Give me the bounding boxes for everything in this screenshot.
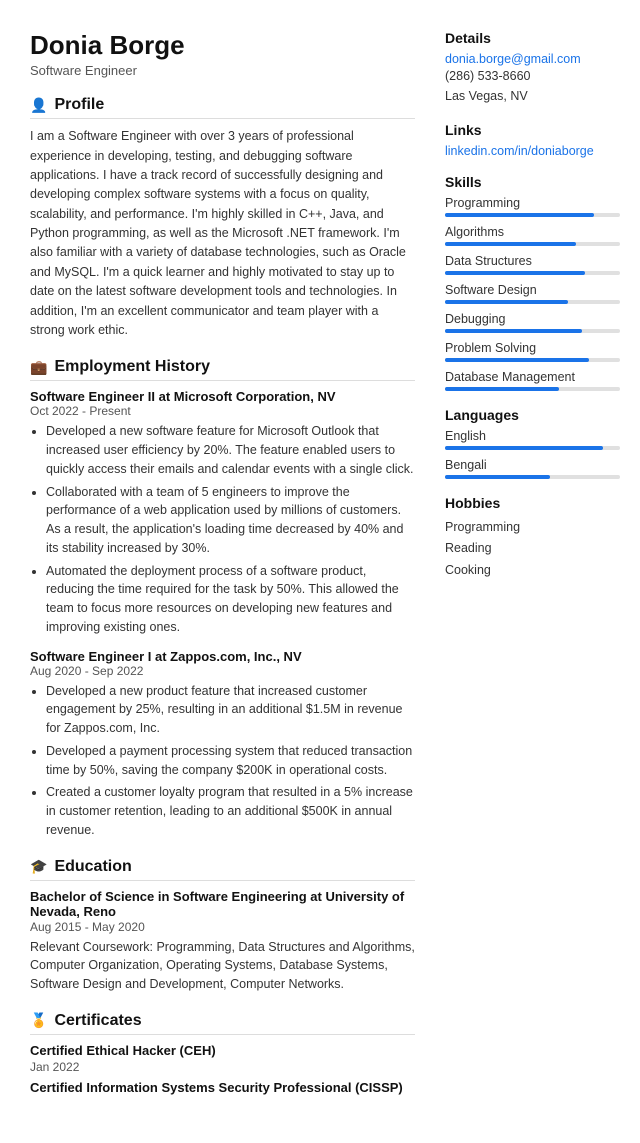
cert-title: Certified Information Systems Security P… — [30, 1080, 415, 1095]
job-title: Software Engineer I at Zappos.com, Inc.,… — [30, 649, 415, 664]
skill-bar-bg — [445, 213, 620, 217]
skill-label: Debugging — [445, 312, 620, 326]
profile-heading: 👤 Profile — [30, 96, 415, 119]
job-bullet: Developed a payment processing system th… — [46, 742, 415, 780]
links-section: Links linkedin.com/in/doniaborge — [445, 122, 620, 158]
skill-label: Algorithms — [445, 225, 620, 239]
certificates-section: 🏅 Certificates Certified Ethical Hacker … — [30, 1012, 415, 1095]
skill-item: Algorithms — [445, 225, 620, 246]
skill-bar-bg — [445, 242, 620, 246]
hobbies-section: Hobbies ProgrammingReadingCooking — [445, 495, 620, 581]
details-section: Details donia.borge@gmail.com (286) 533-… — [445, 30, 620, 106]
skill-item: Database Management — [445, 370, 620, 391]
skill-bar-fill — [445, 213, 594, 217]
skill-bar-bg — [445, 329, 620, 333]
skill-item: Problem Solving — [445, 341, 620, 362]
language-item: English — [445, 429, 620, 450]
edu-text: Relevant Coursework: Programming, Data S… — [30, 938, 415, 994]
job-entry: Software Engineer II at Microsoft Corpor… — [30, 389, 415, 636]
education-heading: 🎓 Education — [30, 858, 415, 881]
skill-item: Data Structures — [445, 254, 620, 275]
skill-bar-fill — [445, 242, 576, 246]
profile-icon: 👤 — [30, 97, 47, 114]
employment-heading: 💼 Employment History — [30, 358, 415, 381]
skill-item: Debugging — [445, 312, 620, 333]
skills-heading: Skills — [445, 174, 620, 190]
hobby-item: Reading — [445, 538, 620, 559]
phone: (286) 533-8660 — [445, 66, 620, 86]
job-bullet: Developed a new product feature that inc… — [46, 682, 415, 738]
language-bar-bg — [445, 475, 620, 479]
header: Donia Borge Software Engineer — [30, 30, 415, 78]
job-bullet: Collaborated with a team of 5 engineers … — [46, 483, 415, 558]
location: Las Vegas, NV — [445, 86, 620, 106]
education-section: 🎓 Education Bachelor of Science in Softw… — [30, 858, 415, 994]
candidate-name: Donia Borge — [30, 30, 415, 61]
skill-bar-fill — [445, 271, 585, 275]
skill-bar-bg — [445, 387, 620, 391]
cert-title: Certified Ethical Hacker (CEH) — [30, 1043, 415, 1058]
skill-bar-fill — [445, 387, 559, 391]
language-bar-fill — [445, 475, 550, 479]
cert-entry: Certified Ethical Hacker (CEH) Jan 2022 — [30, 1043, 415, 1074]
education-icon: 🎓 — [30, 858, 47, 875]
cert-date: Jan 2022 — [30, 1060, 415, 1074]
languages-heading: Languages — [445, 407, 620, 423]
skill-label: Database Management — [445, 370, 620, 384]
profile-text: I am a Software Engineer with over 3 yea… — [30, 127, 415, 340]
job-bullet: Developed a new software feature for Mic… — [46, 422, 415, 478]
candidate-title: Software Engineer — [30, 63, 415, 78]
certificates-icon: 🏅 — [30, 1012, 47, 1029]
languages-section: Languages English Bengali — [445, 407, 620, 479]
cert-entry: Certified Information Systems Security P… — [30, 1080, 415, 1095]
skill-item: Programming — [445, 196, 620, 217]
skill-item: Software Design — [445, 283, 620, 304]
links-heading: Links — [445, 122, 620, 138]
skill-bar-fill — [445, 358, 589, 362]
edu-entry: Bachelor of Science in Software Engineer… — [30, 889, 415, 994]
language-item: Bengali — [445, 458, 620, 479]
edu-title: Bachelor of Science in Software Engineer… — [30, 889, 415, 919]
skill-label: Software Design — [445, 283, 620, 297]
skill-bar-bg — [445, 358, 620, 362]
linkedin-link[interactable]: linkedin.com/in/doniaborge — [445, 144, 620, 158]
job-title: Software Engineer II at Microsoft Corpor… — [30, 389, 415, 404]
certificates-heading: 🏅 Certificates — [30, 1012, 415, 1035]
language-label: English — [445, 429, 620, 443]
skill-bar-fill — [445, 300, 568, 304]
language-label: Bengali — [445, 458, 620, 472]
right-sidebar: Details donia.borge@gmail.com (286) 533-… — [445, 30, 620, 1113]
details-heading: Details — [445, 30, 620, 46]
email-link[interactable]: donia.borge@gmail.com — [445, 52, 620, 66]
skill-bar-bg — [445, 300, 620, 304]
skill-label: Problem Solving — [445, 341, 620, 355]
employment-section: 💼 Employment History Software Engineer I… — [30, 358, 415, 839]
language-bar-fill — [445, 446, 603, 450]
employment-icon: 💼 — [30, 359, 47, 376]
skill-label: Data Structures — [445, 254, 620, 268]
job-bullet: Automated the deployment process of a so… — [46, 562, 415, 637]
skill-bar-fill — [445, 329, 582, 333]
job-bullet: Created a customer loyalty program that … — [46, 783, 415, 839]
hobby-item: Programming — [445, 517, 620, 538]
profile-section: 👤 Profile I am a Software Engineer with … — [30, 96, 415, 340]
skills-section: Skills Programming Algorithms Data Structu… — [445, 174, 620, 391]
language-bar-bg — [445, 446, 620, 450]
hobbies-heading: Hobbies — [445, 495, 620, 511]
edu-dates: Aug 2015 - May 2020 — [30, 920, 415, 934]
hobby-item: Cooking — [445, 560, 620, 581]
skill-bar-bg — [445, 271, 620, 275]
job-dates: Oct 2022 - Present — [30, 404, 415, 418]
skill-label: Programming — [445, 196, 620, 210]
job-dates: Aug 2020 - Sep 2022 — [30, 664, 415, 678]
job-entry: Software Engineer I at Zappos.com, Inc.,… — [30, 649, 415, 840]
